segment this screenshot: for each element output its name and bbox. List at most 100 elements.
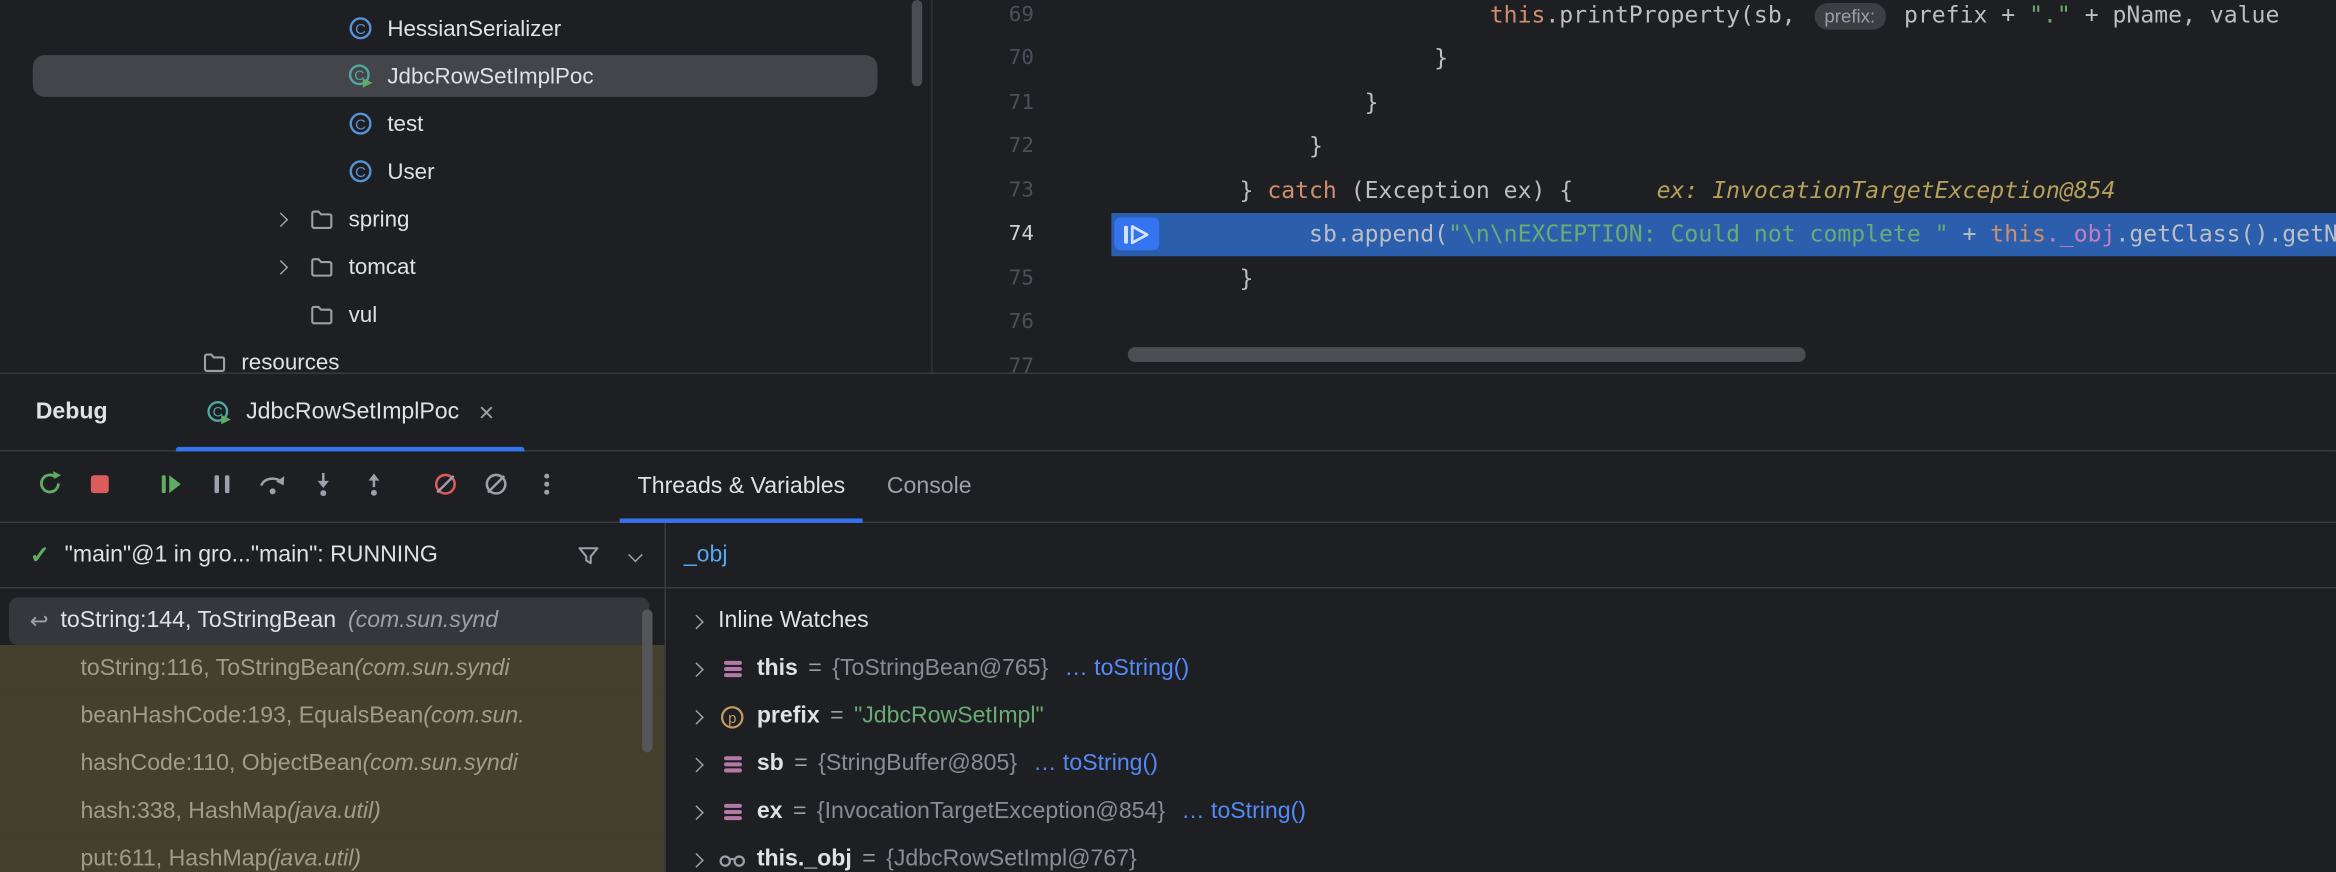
debug-header: Debug C JdbcRowSetImplPoc × xyxy=(0,374,2336,451)
frame-location: toString:116, ToStringBean xyxy=(80,656,354,683)
line-number[interactable]: 72 xyxy=(933,124,1034,168)
variable-name: sb xyxy=(757,751,784,778)
stack-frame[interactable]: beanHashCode:193, EqualsBean (com.sun. xyxy=(0,693,664,741)
scrollbar-thumb[interactable] xyxy=(1128,347,1806,362)
mute-breakpoints-button[interactable] xyxy=(471,461,522,512)
variable-row-sb[interactable]: sb={StringBuffer@805}… toString() xyxy=(684,740,2336,788)
gutter[interactable] xyxy=(1034,80,1111,124)
step-over-button[interactable] xyxy=(247,461,298,512)
debug-body: ✓ "main"@1 in gro..."main": RUNNING ↩toS… xyxy=(0,523,2336,872)
tab-console[interactable]: Console xyxy=(866,451,992,521)
variable-name: ex xyxy=(757,799,783,826)
tree-item-spring[interactable]: spring xyxy=(0,195,931,243)
step-out-button[interactable] xyxy=(349,461,400,512)
variable-row-ex[interactable]: ex={InvocationTargetException@854}… toSt… xyxy=(684,788,2336,836)
gutter[interactable] xyxy=(1034,256,1111,300)
line-number[interactable]: 71 xyxy=(933,80,1034,124)
chevron-right-icon[interactable] xyxy=(684,616,708,626)
chevron-right-icon[interactable] xyxy=(684,664,708,674)
tab-threads-variables[interactable]: Threads & Variables xyxy=(617,451,866,521)
to-string-link[interactable]: … toString() xyxy=(1065,656,1189,683)
line-number[interactable]: 74 xyxy=(933,212,1034,256)
code-token: } xyxy=(1434,45,1448,72)
chevron-right-icon[interactable] xyxy=(684,854,708,864)
line-number[interactable]: 76 xyxy=(933,300,1034,344)
chevron-right-icon[interactable] xyxy=(273,212,288,227)
filter-icon[interactable] xyxy=(577,542,604,569)
frame-location: toString:144, ToStringBean xyxy=(60,608,336,635)
line-number[interactable]: 73 xyxy=(933,168,1034,212)
code-line-72: 72 } xyxy=(933,124,2336,168)
variable-row-prefix[interactable]: pprefix="JdbcRowSetImpl" xyxy=(684,693,2336,741)
resume-button[interactable] xyxy=(146,461,197,512)
line-number[interactable]: 69 xyxy=(933,0,1034,36)
tree-item-vul[interactable]: vul xyxy=(0,291,931,339)
tree-item-test[interactable]: Ctest xyxy=(0,100,931,148)
thread-selector[interactable]: ✓ "main"@1 in gro..."main": RUNNING xyxy=(0,523,664,589)
variable-row-this-obj[interactable]: this._obj={JdbcRowSetImpl@767} xyxy=(684,836,2336,872)
folder-icon xyxy=(308,206,338,233)
rerun-icon xyxy=(35,469,63,503)
folder-icon xyxy=(308,253,338,280)
editor-horizontal-scrollbar[interactable] xyxy=(1125,347,2336,365)
chevron-slot xyxy=(276,261,309,271)
chevron-down-icon[interactable] xyxy=(628,548,643,563)
code-editor[interactable]: 69 this.printProperty(sb, prefix: prefix… xyxy=(933,0,2336,372)
watch-group-row[interactable]: Inline Watches xyxy=(684,597,2336,645)
pause-button[interactable] xyxy=(197,461,248,512)
evaluate-expression-field[interactable]: _obj xyxy=(666,523,2336,589)
chevron-right-icon[interactable] xyxy=(684,711,708,721)
gutter[interactable] xyxy=(1034,168,1111,212)
code-token: } xyxy=(1240,265,1254,292)
equals-sign: = xyxy=(830,703,844,730)
watch-icon xyxy=(718,849,746,870)
gutter[interactable] xyxy=(1034,212,1111,256)
tree-item-tomcat[interactable]: tomcat xyxy=(0,243,931,291)
stack-frame[interactable]: toString:116, ToStringBean (com.sun.synd… xyxy=(0,645,664,693)
line-number[interactable]: 77 xyxy=(933,344,1034,372)
gutter[interactable] xyxy=(1034,0,1111,36)
code-token: } xyxy=(1309,133,1323,160)
close-icon[interactable]: × xyxy=(479,399,495,426)
step-into-button[interactable] xyxy=(298,461,349,512)
step-out-icon xyxy=(361,470,388,503)
folder-icon xyxy=(201,349,231,373)
tree-item-user[interactable]: CUser xyxy=(0,147,931,195)
line-number[interactable]: 70 xyxy=(933,36,1034,80)
stack-frame[interactable]: hash:338, HashMap (java.util) xyxy=(0,788,664,836)
chevron-right-icon[interactable] xyxy=(273,259,288,274)
rerun-button[interactable] xyxy=(24,461,75,512)
line-number[interactable]: 75 xyxy=(933,256,1034,300)
project-tree-scrollbar[interactable] xyxy=(912,0,922,86)
more-options-button[interactable] xyxy=(521,461,572,512)
chevron-right-icon[interactable] xyxy=(684,759,708,769)
gutter-marker-slot[interactable] xyxy=(1111,218,1239,251)
gutter[interactable] xyxy=(1034,344,1111,372)
gutter[interactable] xyxy=(1034,300,1111,344)
debug-session-tab[interactable]: C JdbcRowSetImplPoc × xyxy=(176,374,524,450)
gutter[interactable] xyxy=(1034,36,1111,80)
gutter[interactable] xyxy=(1034,124,1111,168)
ide-window: CHessianSerializerCJdbcRowSetImplPocCtes… xyxy=(0,0,2336,872)
chevron-right-icon[interactable] xyxy=(684,807,708,817)
execution-point-icon[interactable] xyxy=(1114,218,1159,251)
code-text: } xyxy=(1240,265,1254,292)
frames-scrollbar[interactable] xyxy=(642,609,652,752)
svg-text:p: p xyxy=(728,710,736,726)
code-token: this xyxy=(1490,1,1546,28)
to-string-link[interactable]: … toString() xyxy=(1033,751,1157,778)
project-tree: CHessianSerializerCJdbcRowSetImplPocCtes… xyxy=(0,0,931,372)
tree-item-hessianserializer[interactable]: CHessianSerializer xyxy=(0,4,931,52)
tree-item-resources[interactable]: resources xyxy=(0,338,931,372)
to-string-link[interactable]: … toString() xyxy=(1182,799,1306,826)
editor-lines: 69 this.printProperty(sb, prefix: prefix… xyxy=(933,0,2336,372)
view-breakpoints-button[interactable] xyxy=(420,461,471,512)
equals-sign: = xyxy=(794,751,808,778)
code-token: prefix + xyxy=(1890,1,2029,28)
stack-frame[interactable]: ↩toString:144, ToStringBean (com.sun.syn… xyxy=(9,597,650,645)
stack-frame[interactable]: hashCode:110, ObjectBean (com.sun.syndi xyxy=(0,740,664,788)
stop-button[interactable] xyxy=(74,461,125,512)
variable-row-this[interactable]: this={ToStringBean@765}… toString() xyxy=(684,645,2336,693)
stack-frame[interactable]: put:611, HashMap (java.util) xyxy=(0,836,664,872)
tree-item-jdbcrowsetimplpoc[interactable]: CJdbcRowSetImplPoc xyxy=(0,52,931,100)
